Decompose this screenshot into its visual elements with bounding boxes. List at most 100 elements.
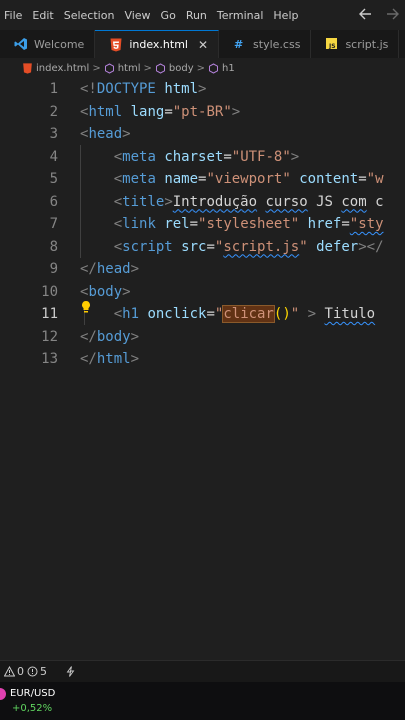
line-number: 9 [49,261,58,277]
code-line[interactable]: 5 <meta name="viewport" content="w [0,168,405,191]
tab-script-js[interactable]: JS script.js [311,30,400,58]
code-text: <body> [80,281,131,304]
code-token: = [358,171,367,187]
element-icon [104,62,114,74]
element-icon [209,62,219,74]
line-number: 7 [49,216,58,232]
code-line[interactable]: 2 <html lang="pt-BR"> [0,101,405,124]
code-token: > [290,148,300,165]
breadcrumb-separator: > [196,62,206,74]
code-token: = [206,238,215,255]
code-line[interactable]: 4 <meta charset="UTF-8"> [0,146,405,169]
menu-run[interactable]: Run [182,9,213,22]
code-text: <script src="script.js" defer></ [80,236,384,259]
code-line[interactable]: 6 <title>Introdução curso JS com c [0,191,405,214]
code-token: < [113,193,123,210]
code-line[interactable]: 11 <h1 onclick="clicar()" > Titulo [0,303,405,326]
back-arrow-icon[interactable] [359,6,373,22]
menu-help[interactable]: Help [269,9,304,22]
warning-icon [27,666,38,677]
code-token: > [130,261,140,277]
code-token: = [206,306,215,322]
editor-tab-bar: Welcome index.html ✕ # style.css JS scri… [0,30,405,59]
breadcrumb-body[interactable]: body [155,63,194,74]
menu-view[interactable]: View [120,9,156,22]
code-token: content [299,171,359,187]
code-token: clicar [222,305,275,323]
line-number: 10 [41,283,58,300]
code-token: "UTF-8" [231,148,291,165]
code-token: meta [122,148,156,165]
code-token: meta [122,171,156,187]
breadcrumb-h1[interactable]: h1 [208,63,235,74]
ticker-logo-icon [0,688,6,700]
code-token: JS [307,193,342,210]
code-token: curso [265,193,308,210]
menu-terminal[interactable]: Terminal [213,9,270,22]
tab-index-html[interactable]: index.html ✕ [95,30,220,58]
menu-selection[interactable]: Selection [60,9,121,22]
menu-go[interactable]: Go [157,9,182,22]
tab-welcome[interactable]: Welcome [0,30,96,58]
code-line[interactable]: 13 </html> [0,348,405,371]
html5-icon [23,62,32,74]
code-text: </body> [80,326,139,349]
code-token: c [366,193,384,210]
code-token: ></ [358,238,384,255]
code-text: <link rel="stylesheet" href="sty [80,213,384,236]
tab-label: style.css [253,37,301,51]
tab-style-css[interactable]: # style.css [219,30,312,58]
code-token: head [88,126,123,142]
problems-indicator[interactable]: 0 5 [4,665,47,678]
code-line[interactable]: 12 </body> [0,326,405,349]
code-token: "w [366,171,384,187]
close-icon[interactable]: ✕ [198,38,208,52]
code-text: </html> [80,348,139,371]
svg-text:JS: JS [328,43,336,50]
code-token: rel [164,216,190,232]
code-token: html [96,351,131,367]
forward-arrow-icon[interactable] [385,6,399,22]
code-line[interactable]: 10 <body> [0,281,405,304]
code-token: body [88,283,123,300]
code-text: <head> [80,123,131,146]
element-icon [155,62,165,74]
code-token: > [198,81,207,97]
code-token: onclick [147,306,207,322]
price-ticker: EUR/USD +0,52% [0,682,405,720]
code-token: name [164,171,199,187]
code-token: > [122,126,131,142]
code-token: > [130,328,140,345]
breadcrumb-file[interactable]: index.html [22,63,89,74]
code-token: " [290,306,300,322]
line-number: 6 [49,193,58,210]
code-token: DOCTYPE [96,81,156,97]
css-icon: # [234,38,243,51]
breadcrumb-html[interactable]: html [104,63,141,74]
breadcrumb-label: index.html [36,62,90,74]
code-line[interactable]: 3 <head> [0,123,405,146]
code-line[interactable]: 8 <script src="script.js" defer></ [0,236,405,259]
code-token: < [113,216,123,232]
code-token: lang [130,103,165,120]
code-token: " [299,238,308,255]
menu-file[interactable]: File [0,9,28,22]
code-token: > [231,103,241,120]
code-line[interactable]: 7 <link rel="stylesheet" href="sty [0,213,405,236]
code-token: Introdução [172,193,258,210]
code-text: </head> [80,258,139,281]
code-text: <html lang="pt-BR"> [80,101,240,124]
line-number: 11 [41,306,58,322]
code-line[interactable]: 1 <!DOCTYPE html> [0,78,405,101]
lightning-icon[interactable] [65,666,76,677]
code-editor[interactable]: 1 <!DOCTYPE html> 2 <html lang="pt-BR"> 3 <he… [0,78,405,660]
code-line[interactable]: 9 </head> [0,258,405,281]
line-number: 5 [49,171,58,187]
menu-edit[interactable]: Edit [28,9,59,22]
code-token: () [273,306,291,322]
